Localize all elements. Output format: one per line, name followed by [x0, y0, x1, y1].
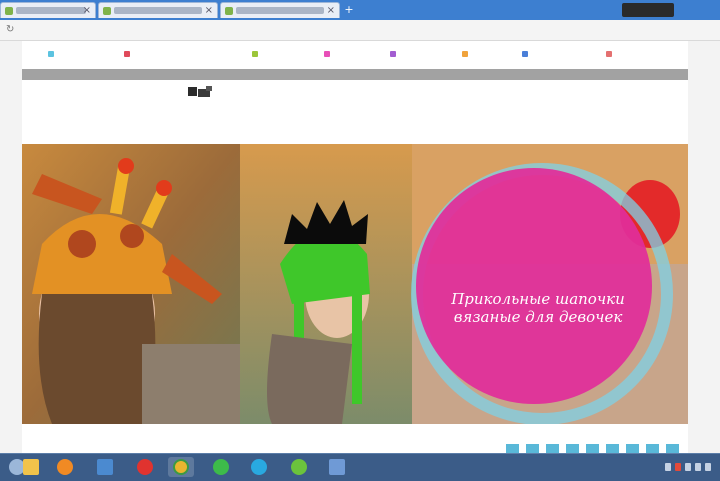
taskbar-explorer[interactable] [18, 457, 44, 477]
nav-item-1[interactable] [48, 47, 58, 61]
slider-thumb[interactable] [566, 444, 579, 453]
slider-thumb[interactable] [606, 444, 619, 453]
refresh-icon[interactable]: ↻ [6, 25, 16, 35]
tab-title [114, 7, 202, 14]
nav-dot-icon [522, 50, 528, 57]
tray-alert-icon[interactable] [675, 463, 681, 471]
taskbar-opera[interactable] [132, 457, 158, 477]
nav-dot-icon [390, 50, 396, 57]
tray-flag-icon[interactable] [665, 463, 671, 471]
url-input[interactable] [24, 23, 720, 37]
whatsapp-icon [213, 459, 229, 475]
nav-item-8[interactable] [606, 47, 616, 61]
taskbar-whatsapp[interactable] [208, 457, 234, 477]
nav-item-2[interactable] [124, 47, 134, 61]
tray-network-icon[interactable] [685, 463, 691, 471]
opera-icon [137, 459, 153, 475]
banner-headline: Прикольные шапочки вязаные для девочек [418, 290, 658, 326]
media-player-icon [57, 459, 73, 475]
slider-thumb[interactable] [626, 444, 639, 453]
browser-tab-3[interactable]: × [220, 2, 340, 18]
tab-favicon-icon [103, 7, 111, 15]
slider-thumb[interactable] [506, 444, 519, 453]
banner-headline-line-1: Прикольные шапочки [451, 290, 625, 308]
taskbar-file-manager[interactable] [92, 457, 118, 477]
slider-thumb[interactable] [546, 444, 559, 453]
tab-favicon-icon [225, 7, 233, 15]
taskbar-media-player[interactable] [52, 457, 78, 477]
hero-banner[interactable]: Прикольные шапочки вязаные для девочек [22, 144, 688, 424]
slider-thumb[interactable] [526, 444, 539, 453]
close-tab-icon[interactable]: × [83, 4, 91, 18]
banner-headline-line-2: вязаные для девочек [453, 308, 623, 326]
browser-tab-strip: × × × + [0, 0, 720, 20]
nav-dot-icon [252, 50, 258, 57]
nav-item-5[interactable] [390, 47, 400, 61]
skype-icon [251, 459, 267, 475]
slider-thumb[interactable] [646, 444, 659, 453]
site-logo-icon[interactable] [186, 84, 218, 100]
hero-banner-image [22, 144, 688, 424]
address-bar: ↻ [0, 20, 720, 41]
nav-dot-icon [324, 50, 330, 57]
nav-dot-icon [124, 50, 130, 57]
taskbar-window[interactable] [324, 457, 350, 477]
tab-title [16, 7, 86, 14]
browser-tab-2[interactable]: × [98, 2, 218, 18]
nav-item-6[interactable] [462, 47, 472, 61]
taskbar-icq[interactable] [286, 457, 312, 477]
window-icon [329, 459, 345, 475]
window-controls[interactable] [622, 3, 674, 17]
tray-clock-icon[interactable] [705, 463, 711, 471]
system-tray [665, 463, 713, 473]
taskbar-chrome[interactable] [168, 457, 194, 477]
nav-dot-icon [606, 50, 612, 57]
web-page: Прикольные шапочки вязаные для девочек [0, 41, 720, 453]
browser-tab-1[interactable]: × [0, 2, 96, 18]
new-tab-button[interactable]: + [343, 4, 355, 16]
icq-icon [291, 459, 307, 475]
page-side-background [688, 41, 720, 453]
slider-thumb[interactable] [666, 444, 679, 453]
tab-title [236, 7, 324, 14]
nav-item-4[interactable] [324, 47, 334, 61]
nav-dot-icon [462, 50, 468, 57]
tab-favicon-icon [5, 7, 13, 15]
nav-item-3[interactable] [252, 47, 262, 61]
taskbar-skype[interactable] [246, 457, 272, 477]
folder-icon [23, 459, 39, 475]
site-nav [40, 47, 680, 61]
header-divider-bar [22, 69, 688, 80]
close-tab-icon[interactable]: × [327, 4, 335, 18]
chrome-icon [173, 459, 189, 475]
close-tab-icon[interactable]: × [205, 4, 213, 18]
nav-dot-icon [48, 50, 54, 57]
tray-volume-icon[interactable] [695, 463, 701, 471]
os-taskbar [0, 453, 720, 481]
nav-item-7[interactable] [522, 47, 532, 61]
file-manager-icon [97, 459, 113, 475]
page-side-background [0, 41, 22, 453]
slider-thumb[interactable] [586, 444, 599, 453]
